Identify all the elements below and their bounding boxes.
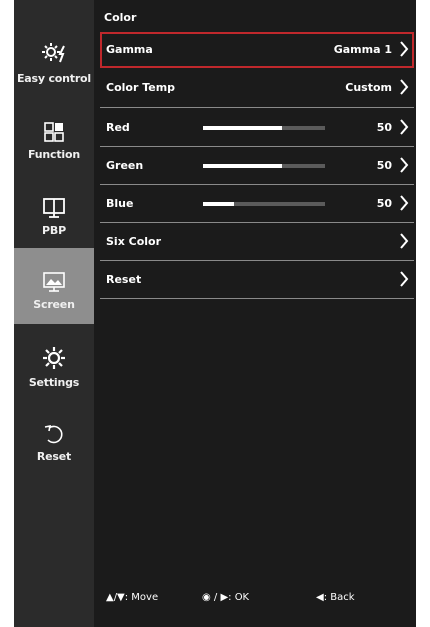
red-row[interactable]: Red 50 bbox=[100, 110, 414, 146]
blue-slider[interactable] bbox=[203, 202, 325, 206]
row-label: Green bbox=[106, 159, 144, 172]
slider-fill bbox=[203, 126, 283, 130]
row-value: 50 bbox=[376, 197, 392, 210]
osd-frame: Easy control Function PBP Screen Setting… bbox=[0, 0, 430, 627]
move-hint: ▲/▼: Move bbox=[106, 592, 159, 603]
right-margin bbox=[416, 0, 430, 627]
chevron-right-icon bbox=[400, 119, 409, 135]
sidebar-item-label: Settings bbox=[28, 376, 80, 389]
divider bbox=[100, 260, 414, 261]
sidebar: Easy control Function PBP Screen Setting… bbox=[14, 0, 94, 627]
ok-hint: ◉ / ▶: OK bbox=[202, 592, 250, 603]
blue-row[interactable]: Blue 50 bbox=[100, 186, 414, 222]
chevron-right-icon bbox=[400, 195, 409, 211]
easy-control-icon bbox=[42, 43, 65, 63]
divider bbox=[100, 222, 414, 223]
sidebar-item-label: Reset bbox=[36, 450, 72, 463]
row-value: Custom bbox=[345, 81, 392, 94]
chevron-right-icon bbox=[400, 233, 409, 249]
slider-fill bbox=[203, 164, 283, 168]
divider bbox=[100, 107, 414, 108]
row-label: Blue bbox=[106, 197, 134, 210]
chevron-right-icon bbox=[400, 41, 409, 57]
sidebar-item-reset[interactable]: Reset bbox=[14, 412, 94, 488]
color-temp-row[interactable]: Color Temp Custom bbox=[100, 70, 414, 106]
chevron-right-icon bbox=[400, 157, 409, 173]
sidebar-item-label: Easy control bbox=[16, 72, 91, 85]
red-slider[interactable] bbox=[203, 126, 325, 130]
row-label: Red bbox=[106, 121, 130, 134]
slider-fill bbox=[203, 202, 234, 206]
green-slider[interactable] bbox=[203, 164, 325, 168]
sidebar-item-easy-control[interactable]: Easy control bbox=[14, 0, 94, 85]
chevron-right-icon bbox=[400, 79, 409, 95]
sidebar-item-label: Function bbox=[28, 148, 80, 161]
sidebar-item-label: Screen bbox=[33, 298, 75, 311]
back-hint: ◀: Back bbox=[316, 592, 355, 603]
row-value: 50 bbox=[376, 159, 392, 172]
pbp-icon bbox=[43, 198, 65, 218]
row-value: 50 bbox=[376, 121, 392, 134]
row-value: Gamma 1 bbox=[333, 43, 392, 56]
section-title: Color bbox=[104, 11, 137, 24]
row-label: Reset bbox=[106, 273, 142, 286]
gamma-row[interactable]: Gamma Gamma 1 bbox=[100, 32, 414, 68]
sidebar-item-label: PBP bbox=[42, 224, 66, 237]
chevron-right-icon bbox=[400, 271, 409, 287]
screen-icon bbox=[43, 272, 65, 292]
function-icon bbox=[44, 122, 64, 142]
footer-hints: ▲/▼: Move ◉ / ▶: OK ◀: Back bbox=[104, 592, 404, 608]
row-label: Six Color bbox=[106, 235, 161, 248]
divider bbox=[100, 184, 414, 185]
divider bbox=[100, 298, 414, 299]
row-label: Gamma bbox=[106, 43, 153, 56]
reset-icon bbox=[44, 424, 63, 444]
row-label: Color Temp bbox=[106, 81, 176, 94]
six-color-row[interactable]: Six Color bbox=[100, 224, 414, 260]
green-row[interactable]: Green 50 bbox=[100, 148, 414, 184]
reset-row[interactable]: Reset bbox=[100, 262, 414, 298]
main-panel: Color Gamma Gamma 1 Color Temp Custom Re… bbox=[94, 0, 416, 627]
sidebar-item-screen[interactable]: Screen bbox=[14, 248, 94, 324]
sidebar-item-pbp[interactable]: PBP bbox=[14, 176, 94, 252]
divider bbox=[100, 146, 414, 147]
sidebar-item-function[interactable]: Function bbox=[14, 100, 94, 176]
settings-icon bbox=[43, 347, 65, 369]
sidebar-item-settings[interactable]: Settings bbox=[14, 336, 94, 412]
